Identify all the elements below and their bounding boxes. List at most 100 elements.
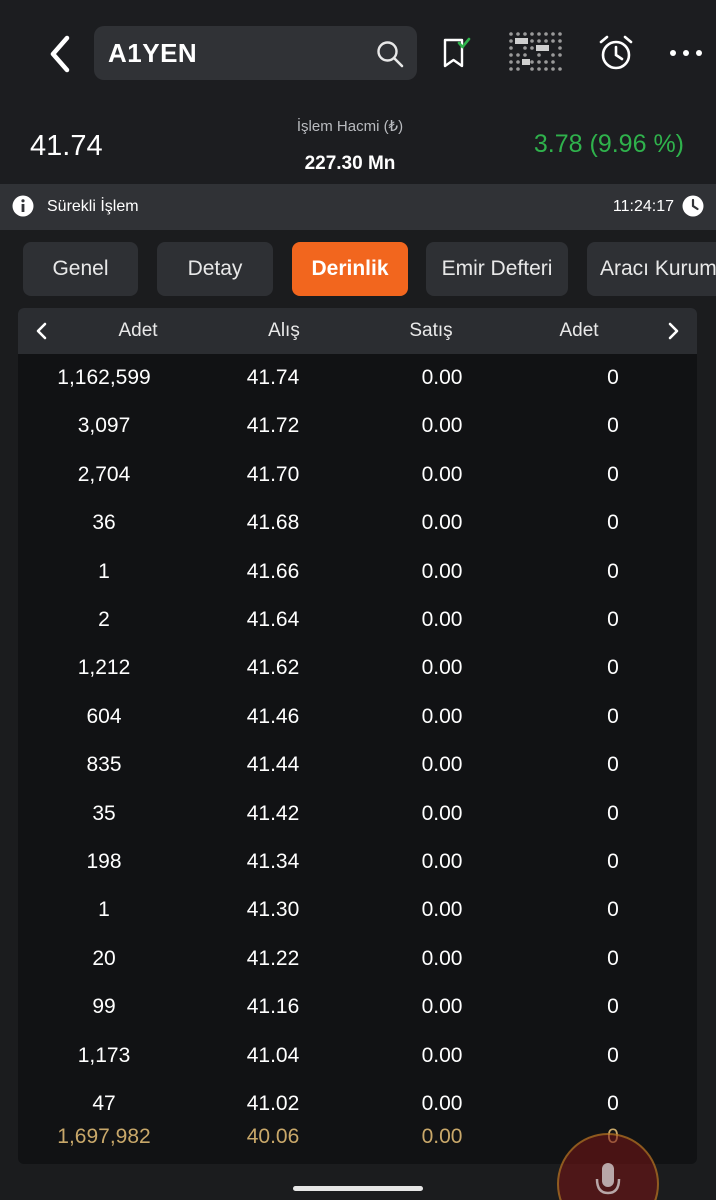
microphone-icon [595, 1163, 621, 1195]
bid-quantity-cell: 1 [98, 559, 110, 583]
tab-detay[interactable]: Detay [157, 242, 273, 296]
ask-quantity-cell: 0 [607, 946, 619, 970]
ask-price-cell: 0.00 [421, 656, 463, 680]
column-header-adet-ask: Adet [559, 320, 599, 341]
bid-price-cell: 41.22 [246, 946, 300, 970]
session-status-text: Sürekli İşlem [47, 198, 139, 215]
bid-price-cell: 41.04 [246, 1043, 300, 1067]
bid-quantity-cell: 3,097 [77, 414, 131, 438]
bid-price-cell: 41.68 [246, 511, 300, 535]
ask-quantity-cell: 0 [607, 559, 619, 583]
volume-value: 227.30 Mn [304, 153, 396, 174]
tab-derinlik[interactable]: Derinlik [292, 242, 408, 296]
heatmap-icon [509, 32, 562, 71]
session-time: 11:24:17 [612, 198, 674, 215]
bid-quantity-cell: 835 [86, 753, 122, 777]
ask-price-cell: 0.00 [421, 995, 463, 1019]
bid-price-cell: 41.72 [246, 414, 300, 438]
alarm-button[interactable] [594, 30, 638, 76]
ask-quantity-cell: 0 [607, 753, 619, 777]
ask-quantity-cell: 0 [607, 414, 619, 438]
bid-quantity-cell: 1,162,599 [57, 366, 151, 389]
more-icon [670, 50, 702, 56]
total-ask-price: 0.00 [421, 1125, 463, 1148]
tab-emir-defteri[interactable]: Emir Defteri [426, 242, 568, 296]
column-header-adet-bid: Adet [118, 320, 158, 341]
symbol-search-field[interactable]: A1YEN [94, 26, 417, 80]
chevron-right-icon [668, 322, 679, 340]
table-row: 1 41.30 0.00 0 [18, 886, 697, 934]
ask-price-cell: 0.00 [421, 1043, 463, 1067]
table-row: 1,173 41.04 0.00 0 [18, 1032, 697, 1080]
column-header-satis: Satış [409, 320, 453, 341]
column-header-alis: Alış [268, 320, 300, 341]
total-bid-price: 40.06 [246, 1125, 300, 1148]
total-bid-quantity: 1,697,982 [57, 1125, 151, 1148]
table-row: 36 41.68 0.00 0 [18, 499, 697, 547]
table-row: 198 41.34 0.00 0 [18, 838, 697, 886]
ask-quantity-cell: 0 [607, 801, 619, 825]
next-columns-button[interactable] [660, 317, 688, 345]
last-price: 41.74 [30, 130, 103, 162]
bid-quantity-cell: 20 [92, 946, 116, 970]
bid-price-cell: 41.46 [246, 704, 300, 728]
table-row: 20 41.22 0.00 0 [18, 935, 697, 983]
ask-quantity-cell: 0 [607, 608, 619, 631]
table-row: 604 41.46 0.00 0 [18, 693, 697, 741]
ask-quantity-cell: 0 [607, 704, 619, 728]
table-row: 1,162,599 41.74 0.00 0 [18, 354, 697, 402]
ask-quantity-cell: 0 [607, 995, 619, 1019]
table-row: 99 41.16 0.00 0 [18, 983, 697, 1031]
ask-quantity-cell: 0 [607, 656, 619, 680]
clock-icon [682, 195, 704, 217]
search-icon[interactable] [375, 39, 405, 69]
home-indicator[interactable] [293, 1186, 423, 1191]
session-status-bar: Sürekli İşlem 11:24:17 [0, 184, 716, 230]
bid-quantity-cell: 1,212 [77, 656, 131, 680]
alarm-icon [599, 35, 633, 70]
table-row: 1,212 41.62 0.00 0 [18, 644, 697, 692]
chevron-left-icon [50, 35, 70, 73]
bid-price-cell: 41.64 [246, 608, 300, 631]
ask-price-cell: 0.00 [421, 898, 463, 922]
bid-price-cell: 41.30 [246, 898, 300, 922]
bid-quantity-cell: 604 [86, 704, 122, 728]
bid-price-cell: 41.42 [246, 801, 300, 825]
volume-label: İşlem Hacmi (₺) [296, 118, 404, 135]
prev-columns-button[interactable] [27, 317, 55, 345]
ask-price-cell: 0.00 [421, 850, 463, 873]
table-header: Adet Alış Satış Adet [18, 308, 697, 354]
more-button[interactable] [664, 30, 708, 76]
price-change: 3.78 (9.96 %) [533, 130, 684, 158]
bid-price-cell: 41.34 [246, 850, 300, 873]
table-row: 2 41.64 0.00 0 [18, 596, 697, 644]
ask-price-cell: 0.00 [421, 559, 463, 583]
table-row: 35 41.42 0.00 0 [18, 790, 697, 838]
heatmap-button[interactable] [506, 30, 566, 76]
bid-quantity-cell: 35 [92, 801, 116, 825]
ask-quantity-cell: 0 [607, 462, 619, 486]
watchlist-button[interactable] [434, 30, 478, 76]
table-row: 2,704 41.70 0.00 0 [18, 451, 697, 499]
ask-price-cell: 0.00 [421, 414, 463, 438]
tab-genel[interactable]: Genel [23, 242, 138, 296]
ask-quantity-cell: 0 [607, 366, 619, 389]
ask-price-cell: 0.00 [421, 366, 463, 389]
top-bar: A1YEN [0, 0, 716, 108]
info-icon[interactable] [12, 195, 34, 217]
bookmark-check-icon [443, 37, 471, 68]
bid-quantity-cell: 2 [98, 608, 110, 631]
bid-price-cell: 41.66 [246, 559, 300, 583]
bid-quantity-cell: 47 [92, 1092, 116, 1115]
ask-price-cell: 0.00 [421, 462, 463, 486]
ask-price-cell: 0.00 [421, 704, 463, 728]
ask-price-cell: 0.00 [421, 753, 463, 777]
ask-quantity-cell: 0 [607, 1092, 619, 1115]
ask-price-cell: 0.00 [421, 946, 463, 970]
bid-quantity-cell: 1,173 [77, 1043, 131, 1067]
back-button[interactable] [40, 30, 80, 78]
bid-quantity-cell: 1 [98, 898, 110, 922]
table-row: 1 41.66 0.00 0 [18, 548, 697, 596]
tab-araci-kurum[interactable]: Aracı Kurum [587, 242, 716, 296]
bid-quantity-cell: 198 [86, 850, 122, 873]
